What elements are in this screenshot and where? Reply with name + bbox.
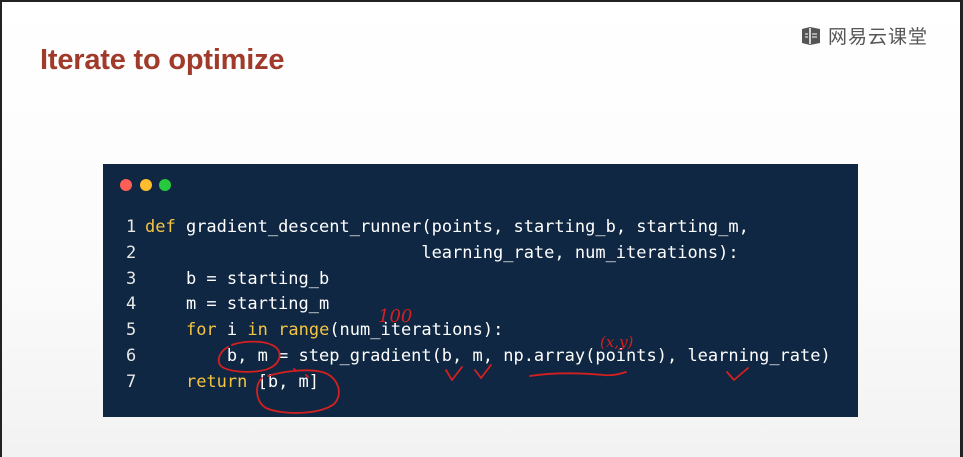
- line-number: 4: [126, 294, 137, 315]
- brand-watermark: 网易云课堂: [800, 22, 928, 49]
- code-token: b = starting_b: [145, 268, 330, 289]
- slide-title: Iterate to optimize: [40, 44, 285, 76]
- line-number: 6: [126, 346, 137, 366]
- code-token: [b, m]: [247, 371, 320, 392]
- maximize-dot: [159, 179, 171, 191]
- code-token: b, m = step_gradient(b, m, np.array(poin…: [145, 346, 831, 366]
- code-keyword: return: [185, 371, 248, 392]
- book-icon: [802, 26, 820, 45]
- brand-text: 网易云课堂: [828, 26, 929, 48]
- line-number: 5: [126, 320, 137, 341]
- code-keyword: range: [278, 320, 330, 341]
- code-token: i: [216, 320, 248, 341]
- code-token: learning_rate, num_iterations):: [145, 242, 739, 263]
- code-text: learning_rate, num_iterations):: [145, 241, 739, 265]
- slide-border-left: [0, 0, 2, 457]
- slide-border-top: [0, 0, 963, 2]
- line-number: 1: [126, 217, 137, 237]
- code-text: b = starting_b: [145, 267, 329, 291]
- code-keyword: def: [145, 217, 176, 237]
- line-number: 3: [126, 268, 137, 289]
- close-dot: [120, 179, 132, 191]
- code-text: m = starting_m: [145, 292, 329, 316]
- code-token: m = starting_m: [145, 294, 330, 315]
- code-text: for i in range(num_iterations):: [145, 318, 503, 342]
- code-keyword: for: [185, 320, 217, 341]
- code-keyword: in: [247, 320, 268, 341]
- code-text: def gradient_descent_runner(points, star…: [145, 215, 749, 239]
- code-text: return [b, m]: [145, 370, 319, 394]
- code-token: gradient_descent_runner(points, starting…: [175, 217, 749, 237]
- minimize-dot: [140, 179, 152, 191]
- code-token: (num_iterations):: [329, 320, 504, 341]
- line-number: 7: [126, 371, 137, 392]
- code-text: b, m = step_gradient(b, m, np.array(poin…: [145, 344, 831, 368]
- line-number: 2: [126, 242, 137, 263]
